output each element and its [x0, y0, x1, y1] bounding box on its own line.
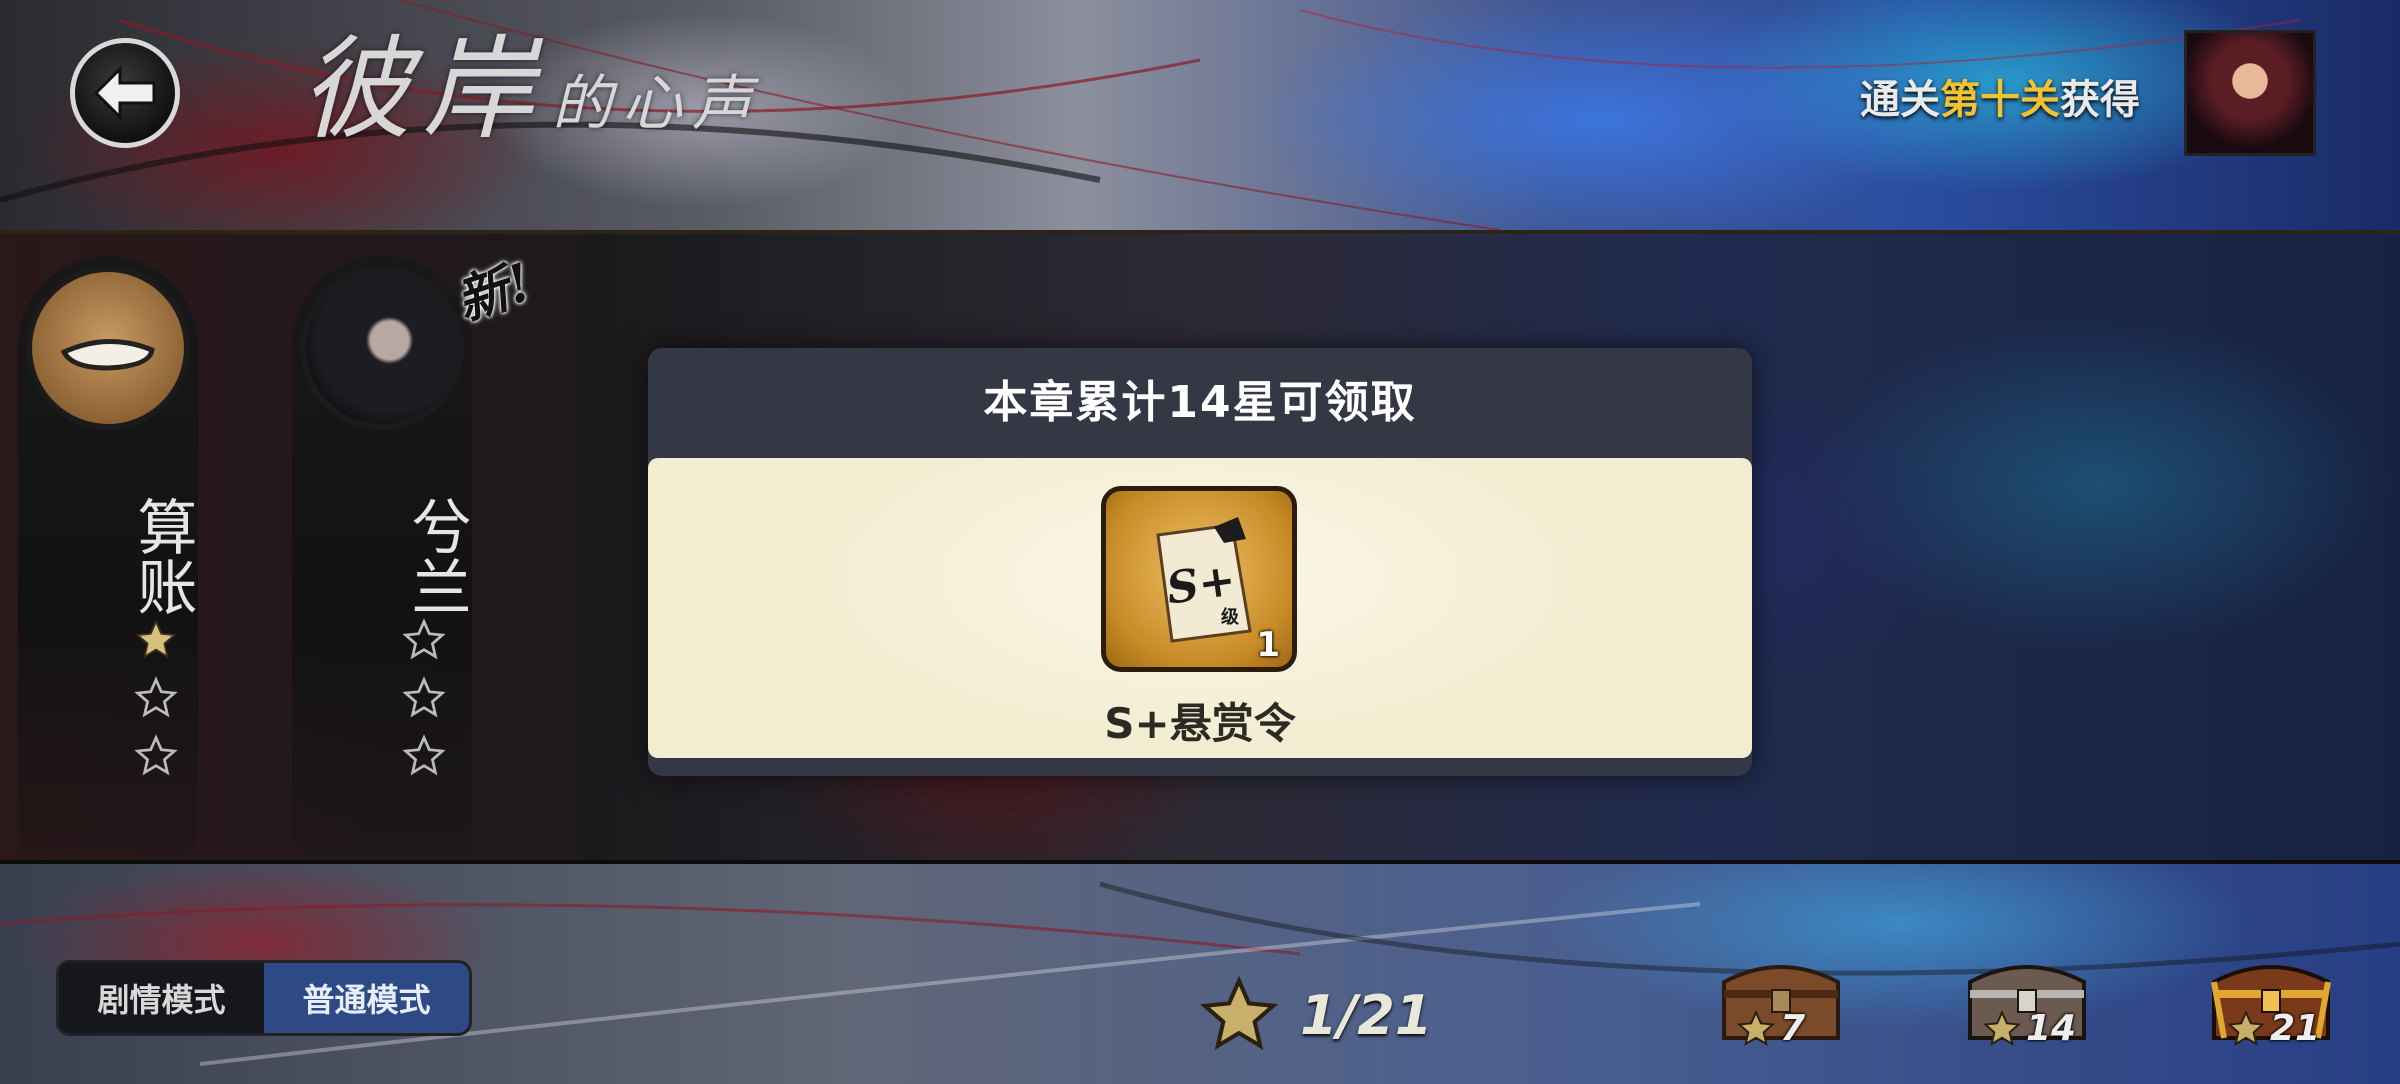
star-empty-icon	[134, 676, 178, 718]
level-portrait	[300, 266, 464, 430]
chest-requirement: 21	[2226, 1008, 2320, 1049]
level-stars	[402, 618, 446, 778]
bounty-scroll-grade-sub: 级	[1221, 606, 1240, 628]
chest-reward-14[interactable]: 14	[1952, 944, 2102, 1064]
back-button[interactable]	[70, 38, 180, 148]
mode-toggle: 剧情模式 普通模式	[56, 960, 472, 1036]
reward-character-avatar[interactable]	[2184, 30, 2316, 156]
story-mode-button[interactable]: 剧情模式	[59, 963, 264, 1033]
chest-requirement: 14	[1982, 1008, 2076, 1049]
star-small-icon	[2226, 1009, 2266, 1046]
chapter-reward-hint: 通关 第十关 获得	[1860, 66, 2140, 126]
level-card-2[interactable]: 兮兰	[292, 256, 472, 856]
level-stars	[134, 618, 178, 778]
reward-hint-highlight: 第十关	[1940, 77, 2060, 123]
star-filled-icon	[135, 619, 177, 659]
bounty-scroll-grade: S+	[1164, 555, 1239, 615]
reward-hint-prefix: 通关	[1860, 77, 1940, 123]
chest-requirement: 7	[1736, 1008, 1805, 1049]
star-empty-icon	[402, 734, 446, 776]
star-progress: 1/21	[1196, 972, 1432, 1058]
chapter-title: 彼岸 的心声	[300, 30, 762, 150]
chest-required-stars: 7	[1780, 1008, 1806, 1049]
normal-mode-button[interactable]: 普通模式	[264, 963, 469, 1033]
star-small-icon	[1982, 1009, 2022, 1046]
chest-required-stars: 14	[2026, 1008, 2077, 1049]
chest-required-stars: 21	[2270, 1008, 2321, 1049]
reward-hint-suffix: 获得	[2060, 77, 2140, 123]
reward-item-count: 1	[1256, 625, 1280, 665]
star-small-icon	[1736, 1009, 1776, 1046]
reward-item-slot[interactable]: S+ 级 1	[1101, 486, 1297, 672]
dialog-body: S+ 级 1 S+悬赏令	[648, 458, 1752, 758]
star-empty-icon	[402, 618, 446, 660]
chest-reward-21[interactable]: 21	[2196, 944, 2346, 1064]
reward-item-name: S+悬赏令	[1104, 699, 1296, 748]
chapter-title-sub: 的心声	[552, 69, 762, 139]
star-empty-icon	[402, 676, 446, 718]
chapter-title-main: 彼岸	[300, 25, 544, 155]
star-empty-icon	[134, 734, 178, 776]
dialog-title: 本章累计14星可领取	[983, 377, 1417, 428]
chest-reward-7[interactable]: 7	[1706, 944, 1856, 1064]
level-card-1[interactable]: 算账	[18, 256, 198, 856]
arrow-left-icon	[93, 65, 156, 121]
level-portrait	[26, 266, 190, 430]
star-progress-text: 1/21	[1300, 983, 1433, 1047]
star-reward-dialog: 本章累计14星可领取 S+ 级 1 S+悬赏令	[648, 348, 1752, 776]
star-progress-icon	[1199, 975, 1279, 1050]
level-portrait-art	[60, 339, 155, 371]
